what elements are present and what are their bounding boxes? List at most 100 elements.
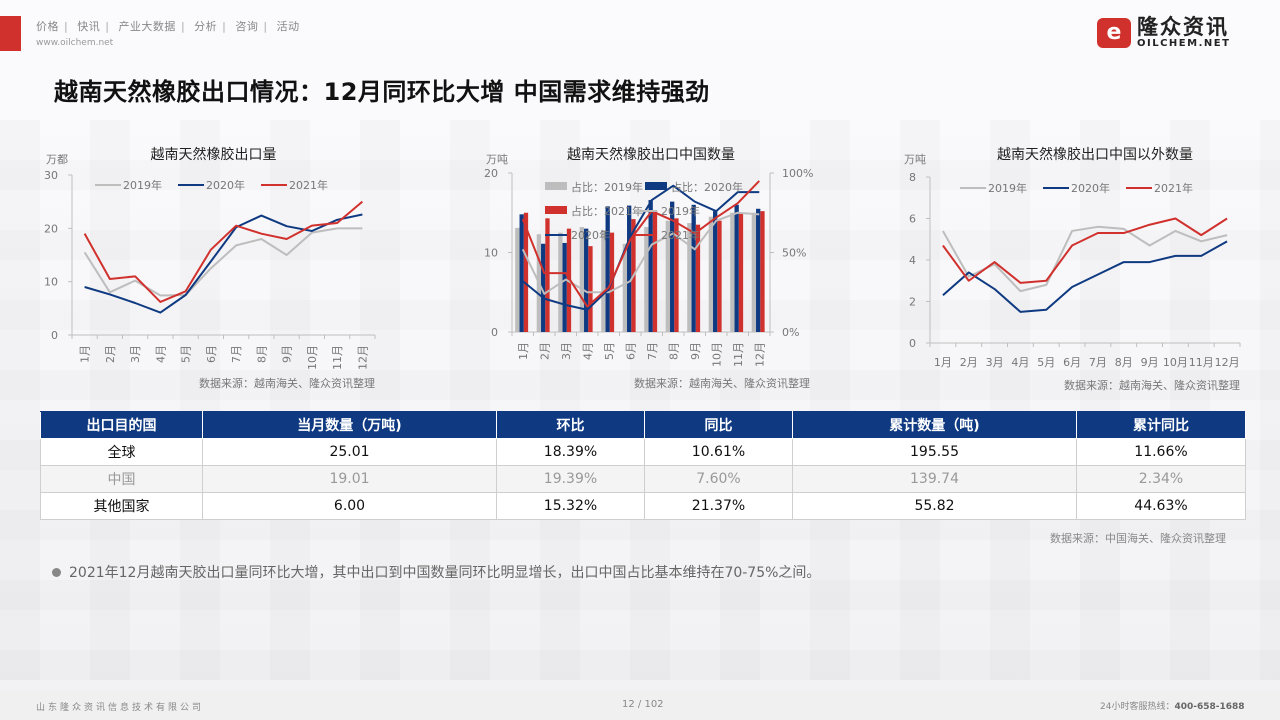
x-tick-label: 10月 — [710, 342, 723, 367]
site-url[interactable]: www.oilchem.net — [36, 38, 113, 48]
header-cumulative-yoy: 累计同比 — [1076, 411, 1246, 439]
x-tick-label: 1月 — [517, 342, 530, 360]
bar-2020年 — [734, 204, 739, 332]
y-axis-unit: 万吨 — [904, 153, 926, 166]
y-tick-label: 4 — [909, 254, 916, 267]
legend-label: 占比：2020年 — [671, 180, 743, 194]
nav-item-news[interactable]: 快讯 — [77, 20, 100, 33]
table-row: 全球 25.01 18.39% 10.61% 195.55 11.66% — [40, 438, 1246, 466]
x-tick-label: 3月 — [986, 356, 1004, 369]
chart-title: 越南天然橡胶出口中国以外数量 — [997, 146, 1193, 163]
y-axis-unit: 万都 — [46, 153, 68, 166]
cell-mom: 18.39% — [496, 438, 645, 466]
x-tick-label: 2月 — [960, 356, 978, 369]
page-title: 越南天然橡胶出口情况：12月同环比大增 中国需求维持强劲 — [54, 78, 710, 106]
nav-item-analysis[interactable]: 分析 — [194, 20, 217, 33]
x-tick-label: 8月 — [255, 345, 268, 363]
nav-item-events[interactable]: 活动 — [277, 20, 300, 33]
x-tick-label: 1月 — [79, 345, 92, 363]
y-tick-label: 0 — [909, 337, 916, 350]
x-tick-label: 10月 — [1163, 356, 1188, 369]
logo-chinese-name: 隆众资讯 — [1137, 15, 1229, 39]
chart-non-china-export: 越南天然橡胶出口中国以外数量 万吨 0 2 4 6 8 1月 2月 3月 4月 5月 6月 7月 8月 9月 1… — [900, 135, 1260, 395]
chart-source-note: 数据来源：越南海关、隆众资讯整理 — [199, 376, 375, 390]
summary-bullet: 2021年12月越南天胶出口量同环比大增，其中出口到中国数量同环比明显增长，出口… — [52, 562, 820, 582]
legend-label: 2021年 — [661, 228, 700, 242]
x-tick-label: 3月 — [129, 345, 142, 363]
nav-separator: | — [105, 20, 110, 33]
bar-2021年 — [717, 220, 722, 332]
x-tick-label: 6月 — [1063, 356, 1081, 369]
bar-2019年 — [579, 227, 585, 332]
chart-non-china-export-svg: 越南天然橡胶出口中国以外数量 万吨 0 2 4 6 8 1月 2月 3月 4月 5月 6月 7月 8月 9月 1… — [904, 146, 1241, 392]
x-tick-label: 12月 — [1215, 356, 1240, 369]
cell-monthly-volume: 6.00 — [202, 492, 497, 520]
cell-monthly-volume: 25.01 — [202, 438, 497, 466]
y2-tick-label: 0% — [782, 326, 799, 339]
chart-china-export: 越南天然橡胶出口中国数量 万吨 0 10 20 1月 2月 3月 4月 5月 6月 7月 8月 9月 10月… — [470, 135, 830, 395]
bar-2021年 — [652, 210, 658, 332]
company-logo[interactable]: e 隆众资讯 OILCHEM.NET — [1097, 16, 1230, 49]
legend-label: 2021年 — [1154, 181, 1193, 195]
bar-2019年 — [708, 216, 714, 332]
x-tick-label: 9月 — [281, 345, 294, 363]
x-tick-label: 7月 — [230, 345, 243, 363]
y2-tick-label: 100% — [782, 167, 813, 180]
nav-separator: | — [180, 20, 186, 33]
x-tick-label: 12月 — [356, 345, 369, 370]
y-axis-unit: 万吨 — [486, 153, 508, 166]
x-tick-label: 8月 — [667, 342, 680, 360]
x-tick-label: 4月 — [581, 342, 594, 360]
x-tick-label: 6月 — [205, 345, 218, 363]
header-monthly-volume: 当月数量（万吨) — [202, 411, 497, 439]
y-tick-label: 8 — [909, 171, 916, 184]
nav-item-big-data[interactable]: 产业大数据 — [118, 20, 176, 33]
y-tick-label: 20 — [44, 222, 58, 235]
bar-2019年 — [601, 230, 606, 332]
cell-yoy: 10.61% — [644, 438, 793, 466]
chart-title: 越南天然橡胶出口中国数量 — [567, 146, 735, 163]
bar-2020年 — [584, 228, 589, 332]
x-tick-label: 11月 — [732, 342, 745, 367]
bar-2020年 — [519, 214, 524, 332]
legend-swatch — [645, 182, 667, 190]
chart-china-export-svg: 越南天然橡胶出口中国数量 万吨 0 10 20 1月 2月 3月 4月 5月 6月 7月 8月 9月 10月… — [484, 146, 813, 390]
nav-item-price[interactable]: 价格 — [36, 20, 59, 33]
x-tick-label: 11月 — [331, 345, 344, 370]
header-yoy: 同比 — [644, 411, 793, 439]
chart-title: 越南天然橡胶出口量 — [151, 146, 277, 163]
bar-2020年 — [562, 242, 567, 332]
cell-destination: 全球 — [40, 438, 203, 466]
bar-2021年 — [760, 211, 765, 332]
table-source-note: 数据来源：中国海关、隆众资讯整理 — [1050, 532, 1226, 545]
legend-swatch — [545, 206, 567, 214]
x-tick-label: 4月 — [154, 345, 167, 363]
bar-2020年 — [627, 205, 632, 332]
legend-label: 2019年 — [123, 178, 162, 192]
y-tick-label: 6 — [909, 213, 916, 226]
x-tick-label: 2月 — [538, 342, 551, 360]
nav-item-consulting[interactable]: 咨询 — [235, 20, 258, 33]
bar-2021年 — [588, 246, 593, 332]
cell-cumulative-volume: 195.55 — [792, 438, 1077, 466]
table-header-row: 出口目的国 当月数量（万吨) 环比 同比 累计数量（吨) 累计同比 — [40, 411, 1246, 439]
cell-yoy: 21.37% — [644, 492, 793, 520]
bar-2020年 — [756, 208, 761, 332]
logo-e-icon: e — [1097, 17, 1131, 48]
cell-cumulative-yoy: 44.63% — [1076, 492, 1246, 520]
cell-destination: 中国 — [40, 465, 203, 493]
logo-text: 隆众资讯 OILCHEM.NET — [1137, 16, 1230, 49]
y-tick-label: 2 — [909, 296, 916, 309]
legend-label: 2019年 — [988, 181, 1027, 195]
legend-swatch — [545, 182, 567, 190]
x-tick-label: 8月 — [1115, 356, 1133, 369]
footer: 山东隆众资讯信息技术有限公司 12 / 102 24小时客服热线：400-658… — [0, 690, 1280, 720]
x-tick-label: 5月 — [180, 345, 193, 363]
legend-label: 2020年 — [1071, 181, 1110, 195]
chart-total-export: 越南天然橡胶出口量 万都 0 10 20 30 1月 2月 3月 4月 5月 6月 7月 8月 9月 10月 1… — [30, 135, 390, 395]
y-tick-label: 10 — [44, 276, 58, 289]
bar-2019年 — [644, 227, 649, 332]
header-destination: 出口目的国 — [40, 411, 203, 439]
x-tick-label: 7月 — [1089, 356, 1107, 369]
nav-separator: | — [64, 20, 69, 33]
